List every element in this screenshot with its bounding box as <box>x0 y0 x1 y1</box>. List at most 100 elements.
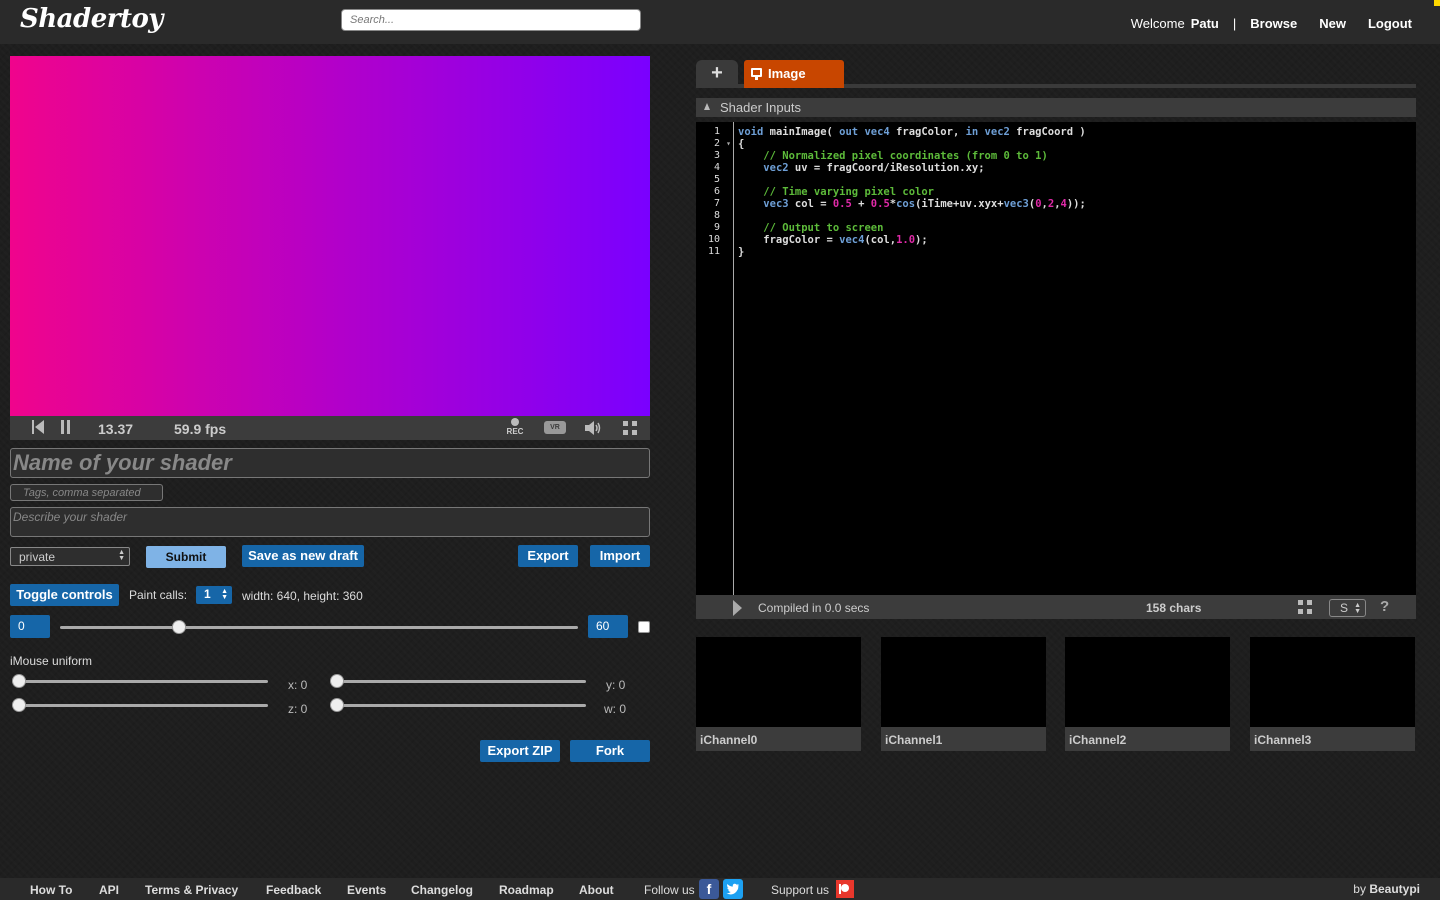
pause-icon[interactable] <box>61 420 71 434</box>
line-number: 4 <box>713 162 720 173</box>
line-number[interactable]: 2 <box>696 138 733 150</box>
editor-fullscreen-icon[interactable] <box>1298 600 1312 614</box>
code-content[interactable]: void mainImage( out vec4 fragColor, in v… <box>738 126 1086 258</box>
footer-link-howto[interactable]: How To <box>30 883 72 897</box>
patreon-icon[interactable] <box>836 880 854 898</box>
logo[interactable]: Shadertoy <box>20 4 163 34</box>
mouse-z-slider-track[interactable] <box>12 704 268 707</box>
editor-status-bar: Compiled in 0.0 secs 158 chars S ▲ ▼ ? <box>696 595 1416 619</box>
mouse-x-slider-track[interactable] <box>12 680 268 683</box>
line-number: 8 <box>713 210 720 221</box>
line-number: 11 <box>707 246 720 257</box>
browse-link[interactable]: Browse <box>1250 16 1297 31</box>
mouse-x-slider-handle[interactable] <box>12 674 26 688</box>
editor-tab-bar: + Image <box>696 60 1416 88</box>
footer-link-feedback[interactable]: Feedback <box>266 883 321 897</box>
time-slider-track[interactable] <box>60 626 578 629</box>
channel-slot-0[interactable]: iChannel0 <box>696 637 861 751</box>
fps-display: 59.9 fps <box>174 421 227 437</box>
footer-link-changelog[interactable]: Changelog <box>411 883 473 897</box>
select-arrows-icon: ▲ ▼ <box>1354 602 1361 615</box>
resolution-text: width: 640, height: 360 <box>242 589 363 603</box>
footer-link-about[interactable]: About <box>579 883 614 897</box>
shader-inputs-label: Shader Inputs <box>720 100 801 115</box>
tab-image-label: Image <box>768 66 806 81</box>
line-number: 10 <box>707 234 720 245</box>
add-tab-button[interactable]: + <box>696 60 738 88</box>
code-editor[interactable]: 1 2 3 4 5 6 7 8 9 10 11 void mainImage( … <box>696 122 1416 595</box>
mouse-z-value: z: 0 <box>288 702 308 716</box>
mouse-y-slider-track[interactable] <box>330 680 586 683</box>
shader-viewport[interactable] <box>10 56 650 416</box>
line-number: 6 <box>713 186 720 197</box>
shader-name-input[interactable] <box>10 448 650 478</box>
visibility-select[interactable]: private ▲ ▼ <box>10 547 130 566</box>
time-range-min-input[interactable]: 0 <box>10 615 50 638</box>
twitter-icon[interactable] <box>723 879 743 899</box>
compile-status: Compiled in 0.0 secs <box>758 601 870 615</box>
record-button[interactable]: REC <box>504 418 526 438</box>
submit-button[interactable]: Submit <box>146 546 226 568</box>
record-icon <box>511 418 519 426</box>
loop-checkbox[interactable] <box>638 621 650 633</box>
mouse-w-slider-handle[interactable] <box>330 698 344 712</box>
line-number: 9 <box>713 222 720 233</box>
line-number: 1 <box>713 126 720 137</box>
corner-marker <box>1434 0 1440 6</box>
channel-slot-1[interactable]: iChannel1 <box>881 637 1046 751</box>
credit: by Beautypi <box>1353 882 1420 896</box>
description-input[interactable] <box>10 507 650 537</box>
line-number: 7 <box>713 198 720 209</box>
channel-slot-2[interactable]: iChannel2 <box>1065 637 1230 751</box>
time-range-max-input[interactable]: 60 <box>588 615 628 638</box>
footer-link-roadmap[interactable]: Roadmap <box>499 883 554 897</box>
mouse-x-value: x: 0 <box>288 678 308 692</box>
font-size-select[interactable]: S ▲ ▼ <box>1329 599 1366 617</box>
fork-button[interactable]: Fork <box>570 740 650 762</box>
credit-author-link[interactable]: Beautypi <box>1369 882 1420 896</box>
select-arrows-icon: ▲ ▼ <box>221 588 228 601</box>
shader-inputs-toggle[interactable]: Shader Inputs <box>696 98 1416 117</box>
time-slider-handle[interactable] <box>172 620 186 634</box>
collapse-triangle-icon <box>704 103 710 110</box>
line-number: 3 <box>713 150 720 161</box>
monitor-icon <box>751 68 762 80</box>
tags-input[interactable] <box>10 484 163 501</box>
tab-image[interactable]: Image <box>744 60 844 88</box>
username-link[interactable]: Patu <box>1191 16 1219 31</box>
mouse-z-slider-handle[interactable] <box>12 698 26 712</box>
fullscreen-icon[interactable] <box>623 421 637 435</box>
select-arrows-icon: ▲ ▼ <box>118 549 125 562</box>
follow-label: Follow us <box>644 883 695 897</box>
paint-calls-label: Paint calls: <box>129 588 188 602</box>
export-button[interactable]: Export <box>518 545 578 567</box>
time-display: 13.37 <box>98 421 134 437</box>
rewind-icon[interactable] <box>32 420 44 434</box>
font-size-value: S <box>1340 601 1349 615</box>
footer-link-terms[interactable]: Terms & Privacy <box>145 883 238 897</box>
search-input[interactable] <box>341 9 641 31</box>
credit-by: by <box>1353 882 1366 896</box>
export-zip-button[interactable]: Export ZIP <box>480 740 560 762</box>
facebook-icon[interactable]: f <box>699 879 719 899</box>
import-button[interactable]: Import <box>590 545 650 567</box>
channel-slot-3[interactable]: iChannel3 <box>1250 637 1415 751</box>
mouse-w-slider-track[interactable] <box>330 704 586 707</box>
nav-separator: | <box>1232 16 1237 31</box>
footer-link-api[interactable]: API <box>99 883 119 897</box>
mouse-y-slider-handle[interactable] <box>330 674 344 688</box>
mouse-w-value: w: 0 <box>604 702 627 716</box>
logout-link[interactable]: Logout <box>1368 16 1412 31</box>
help-icon[interactable]: ? <box>1380 598 1389 615</box>
paint-calls-value: 1 <box>204 587 211 601</box>
new-link[interactable]: New <box>1319 16 1346 31</box>
toggle-controls-button[interactable]: Toggle controls <box>10 584 119 606</box>
footer-link-events[interactable]: Events <box>347 883 386 897</box>
volume-icon[interactable] <box>583 419 605 437</box>
vr-icon[interactable]: VR <box>544 421 566 434</box>
paint-calls-select[interactable]: 1 ▲ ▼ <box>196 586 232 604</box>
save-draft-button[interactable]: Save as new draft <box>242 545 364 567</box>
visibility-value: private <box>19 550 56 564</box>
compile-play-icon[interactable] <box>733 600 742 616</box>
user-nav: Welcome Patu | Browse New Logout <box>1123 16 1412 31</box>
